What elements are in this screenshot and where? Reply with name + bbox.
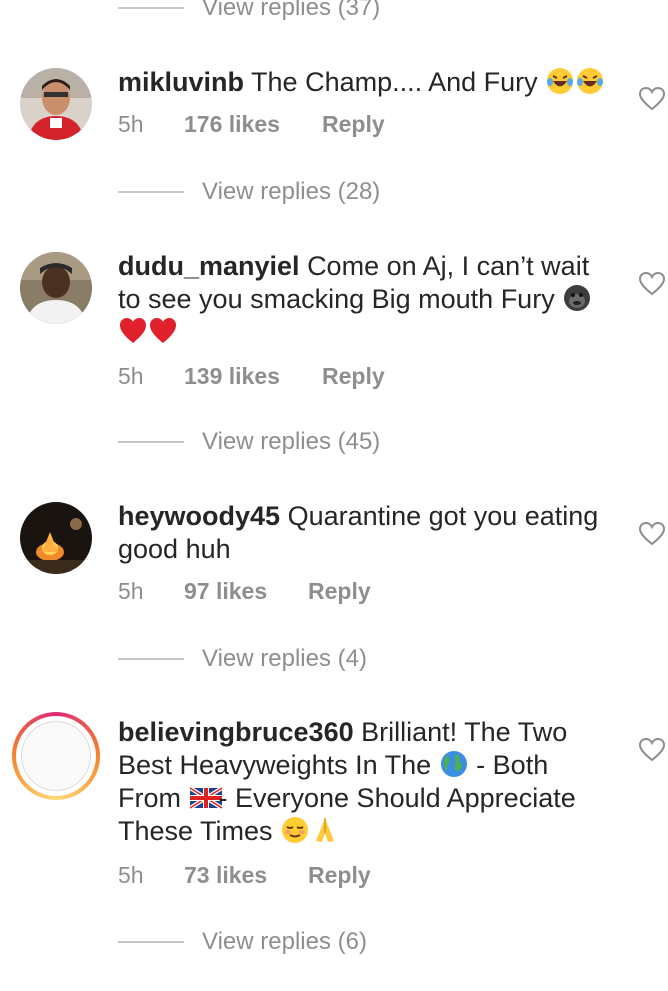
comment-time: 5h — [118, 578, 144, 604]
comment-text: believingbruce360 Brilliant! The Two Bes… — [118, 716, 618, 848]
avatar[interactable] — [20, 68, 92, 140]
heart-outline-icon[interactable] — [638, 86, 666, 112]
heart-outline-icon[interactable] — [638, 271, 666, 297]
uk-flag-emoji — [188, 782, 223, 812]
divider-line — [118, 191, 184, 193]
view-replies-row[interactable]: View replies (45) — [0, 422, 668, 462]
comment-likes[interactable]: 139 likes — [184, 362, 280, 390]
red-heart-emoji — [118, 316, 148, 346]
laughing-tears-emoji — [575, 66, 605, 96]
story-ring[interactable] — [12, 712, 100, 800]
comment-text: heywoody45 Quarantine got you eating goo… — [118, 500, 618, 566]
view-replies-link[interactable]: View replies (45) — [202, 428, 380, 456]
view-replies-link[interactable]: View replies (4) — [202, 645, 367, 673]
view-replies-row[interactable]: View replies (4) — [0, 639, 668, 679]
folded-hands-emoji — [310, 815, 340, 845]
comment-likes[interactable]: 97 likes — [184, 577, 267, 605]
reply-button[interactable]: Reply — [322, 362, 385, 390]
comment-time: 5h — [118, 111, 144, 137]
comment-username[interactable]: mikluvinb — [118, 67, 244, 97]
avatar[interactable] — [20, 252, 92, 324]
comment-text: dudu_manyiel Come on Aj, I can’t wait to… — [118, 250, 618, 349]
comment-username[interactable]: heywoody45 — [118, 501, 280, 531]
divider-line — [118, 7, 184, 9]
heart-outline-icon[interactable] — [638, 737, 666, 763]
comment-text: mikluvinb The Champ.... And Fury — [118, 66, 618, 99]
view-replies-link[interactable]: View replies (37) — [202, 0, 380, 22]
reply-button[interactable]: Reply — [322, 110, 385, 138]
red-heart-emoji — [148, 316, 178, 346]
comment-time: 5h — [118, 862, 144, 888]
comment-likes[interactable]: 73 likes — [184, 861, 267, 889]
view-replies-row[interactable]: View replies (37) — [0, 0, 668, 28]
reply-button[interactable]: Reply — [308, 577, 371, 605]
avatar — [21, 721, 91, 791]
avatar[interactable] — [20, 502, 92, 574]
view-replies-row[interactable]: View replies (28) — [0, 172, 668, 212]
comment-time: 5h — [118, 363, 144, 389]
view-replies-row[interactable]: View replies (6) — [0, 922, 668, 962]
divider-line — [118, 941, 184, 943]
comment-likes[interactable]: 176 likes — [184, 110, 280, 138]
relieved-face-emoji — [280, 815, 310, 845]
divider-line — [118, 441, 184, 443]
globe-emoji — [439, 749, 469, 779]
divider-line — [118, 658, 184, 660]
gorilla-emoji — [562, 283, 592, 313]
comment-body: The Champ.... And Fury — [251, 67, 546, 97]
laughing-tears-emoji — [545, 66, 575, 96]
comment-username[interactable]: believingbruce360 — [118, 717, 354, 747]
reply-button[interactable]: Reply — [308, 861, 371, 889]
heart-outline-icon[interactable] — [638, 521, 666, 547]
view-replies-link[interactable]: View replies (28) — [202, 178, 380, 206]
comment-username[interactable]: dudu_manyiel — [118, 251, 300, 281]
view-replies-link[interactable]: View replies (6) — [202, 928, 367, 956]
